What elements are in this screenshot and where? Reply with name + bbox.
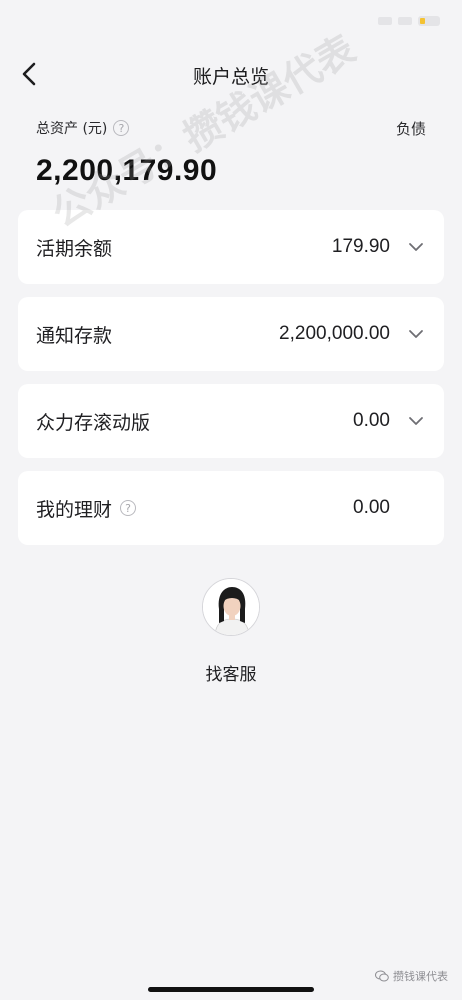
signal-icon: [378, 17, 392, 25]
asset-summary: 总资产 (元) ? 负债 2,200,179.90: [36, 118, 430, 188]
account-card-wealth[interactable]: 我的理财 ? 0.00: [18, 471, 444, 545]
account-name: 活期余额: [36, 237, 113, 260]
status-bar: [0, 0, 462, 48]
chevron-down-icon[interactable]: [408, 239, 424, 255]
help-icon[interactable]: ?: [113, 120, 130, 136]
status-icons: [378, 16, 440, 26]
footer-watermark: 攒钱课代表: [375, 968, 448, 984]
total-assets-label-row: 总资产 (元) ?: [36, 118, 430, 138]
account-name: 我的理财: [36, 498, 113, 521]
page-title: 账户总览: [192, 66, 269, 88]
total-assets-value: 2,200,179.90: [36, 154, 218, 187]
wifi-icon: [398, 17, 412, 25]
account-card-demand[interactable]: 活期余额 179.90: [18, 210, 444, 284]
account-value: 2,200,000.00: [279, 323, 390, 344]
account-value: 0.00: [353, 497, 390, 518]
customer-service: 找客服: [0, 578, 462, 685]
chevron-down-icon[interactable]: [408, 413, 424, 429]
customer-service-avatar[interactable]: [202, 578, 260, 636]
account-value: 179.90: [331, 236, 390, 257]
footer-text: 攒钱课代表: [393, 970, 448, 983]
battery-icon: [418, 16, 440, 26]
account-card-notice-deposit[interactable]: 通知存款 2,200,000.00: [18, 297, 444, 371]
account-name-row: 我的理财 ?: [36, 495, 137, 522]
account-name: 通知存款: [36, 324, 113, 347]
chevron-down-icon[interactable]: [408, 326, 424, 342]
liabilities-link[interactable]: 负债: [396, 118, 426, 139]
home-indicator[interactable]: [148, 987, 314, 992]
agent-avatar-icon: [203, 579, 259, 635]
customer-service-label[interactable]: 找客服: [206, 660, 257, 685]
nav-bar: 账户总览: [0, 48, 462, 100]
account-name: 众力存滚动版: [36, 411, 151, 434]
account-value: 0.00: [353, 410, 390, 431]
total-assets-label: 总资产 (元): [36, 121, 108, 137]
wechat-icon: [375, 970, 389, 982]
account-card-zhongli[interactable]: 众力存滚动版 0.00: [18, 384, 444, 458]
help-icon[interactable]: ?: [120, 500, 137, 516]
